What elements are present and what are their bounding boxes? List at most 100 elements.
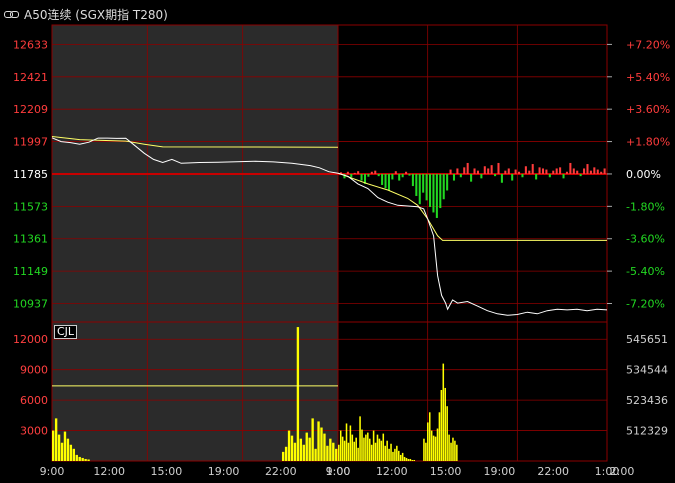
volume-bar-prev [302, 444, 305, 461]
volume-bar-curr [392, 451, 394, 461]
volume-bar-prev [329, 438, 332, 461]
volume-bar-curr [365, 434, 367, 461]
diff-bar [483, 166, 486, 174]
volume-bar-prev [54, 418, 58, 461]
volume-bar-curr [386, 440, 388, 461]
diff-bar [346, 171, 349, 174]
volume-bar-curr [401, 452, 404, 461]
diff-bar [449, 169, 452, 174]
volume-bar-curr [345, 423, 348, 461]
volume-bar-curr [338, 444, 340, 461]
volume-bar-curr [353, 441, 356, 461]
volume-bar-curr [343, 440, 346, 461]
vol-tick-right: 523436 [626, 394, 668, 407]
diff-bar [600, 171, 603, 174]
x-tick: 19:00 [484, 465, 516, 478]
diff-bar [586, 164, 589, 174]
diff-bar [401, 173, 404, 178]
y-tick-left: 10937 [13, 298, 48, 311]
volume-bar-curr [372, 430, 375, 461]
volume-bar-prev [308, 437, 311, 461]
diff-bar [535, 173, 538, 180]
volume-bar-curr [367, 432, 369, 461]
diff-bar [565, 171, 568, 174]
volume-bar-curr [430, 430, 433, 461]
volume-bar-prev [284, 446, 288, 461]
volume-bar-prev [311, 418, 314, 461]
diff-bar [470, 173, 473, 182]
x-tick: 22:00 [265, 465, 297, 478]
y-tick-left: 11361 [13, 233, 48, 246]
diff-bar [360, 173, 363, 181]
y-tick-left: 12209 [13, 103, 48, 116]
vol-tick-left: 12000 [13, 333, 48, 346]
volume-bar-prev [305, 432, 308, 461]
volume-bar-curr [456, 444, 458, 461]
volume-bar-curr [339, 430, 342, 461]
volume-bar-curr [428, 412, 431, 461]
y-tick-left: 11997 [13, 136, 48, 149]
volume-bar-curr [427, 422, 429, 461]
diff-bar [490, 165, 493, 174]
volume-bar-curr [403, 456, 406, 461]
volume-bar-curr [378, 438, 381, 461]
volume-bar-prev [296, 327, 300, 461]
y-tick-right: -7.20% [626, 298, 665, 311]
diff-bar [387, 173, 390, 191]
diff-bar [398, 173, 401, 181]
x-tick: 15:00 [430, 465, 462, 478]
diff-bar [435, 173, 438, 218]
indicator-label-cjl: CJL [54, 325, 78, 339]
volume-bar-prev [75, 454, 78, 461]
volume-bar-curr [384, 445, 386, 461]
volume-bar-curr [405, 457, 408, 461]
diff-bar [576, 170, 579, 174]
diff-bar [425, 173, 428, 201]
volume-bar-curr [448, 434, 450, 461]
volume-bar-curr [452, 437, 454, 461]
diff-bar [548, 173, 551, 178]
diff-bar [545, 169, 548, 174]
volume-bar-prev [317, 421, 320, 461]
volume-bar-prev [66, 438, 70, 461]
diff-bar [353, 172, 356, 174]
volume-bar-prev [332, 442, 335, 461]
volume-bar-prev [81, 457, 84, 461]
volume-bar-curr [411, 459, 414, 461]
volume-bar-prev [326, 445, 329, 461]
diff-bar [370, 171, 373, 174]
y-tick-left: 12633 [13, 38, 48, 51]
volume-bar-curr [425, 442, 427, 461]
volume-bar-prev [87, 459, 90, 461]
volume-bar-prev [57, 434, 61, 461]
volume-bar-curr [376, 434, 379, 461]
diff-bar [418, 173, 421, 205]
volume-bar-prev [299, 438, 303, 461]
volume-bar-curr [423, 438, 425, 461]
vol-tick-right: 534544 [626, 364, 668, 377]
diff-bar [480, 173, 483, 179]
diff-bar [521, 173, 524, 178]
diff-bar [511, 173, 514, 181]
y-tick-right: +1.80% [626, 136, 670, 149]
volume-bar-prev [63, 431, 67, 461]
volume-bar-curr [450, 442, 452, 461]
volume-bar-curr [363, 437, 365, 461]
diff-bar [411, 173, 414, 187]
volume-bar-prev [60, 442, 64, 461]
diff-bar [589, 170, 592, 174]
volume-bar-curr [351, 434, 354, 461]
diff-bar [439, 173, 442, 209]
diff-bar [541, 168, 545, 174]
volume-bar-curr [436, 428, 439, 461]
volume-bar-prev [293, 442, 297, 461]
volume-bar-prev [78, 456, 81, 461]
x-tick: 9:00 [326, 465, 351, 478]
link-icon[interactable] [4, 9, 20, 19]
diff-bar [463, 167, 466, 174]
diff-bar [504, 170, 507, 174]
x-tick: 9:00 [40, 465, 65, 478]
y-tick-left: 11785 [13, 168, 48, 181]
volume-bar-curr [390, 443, 392, 461]
x-tick: 15:00 [151, 465, 183, 478]
